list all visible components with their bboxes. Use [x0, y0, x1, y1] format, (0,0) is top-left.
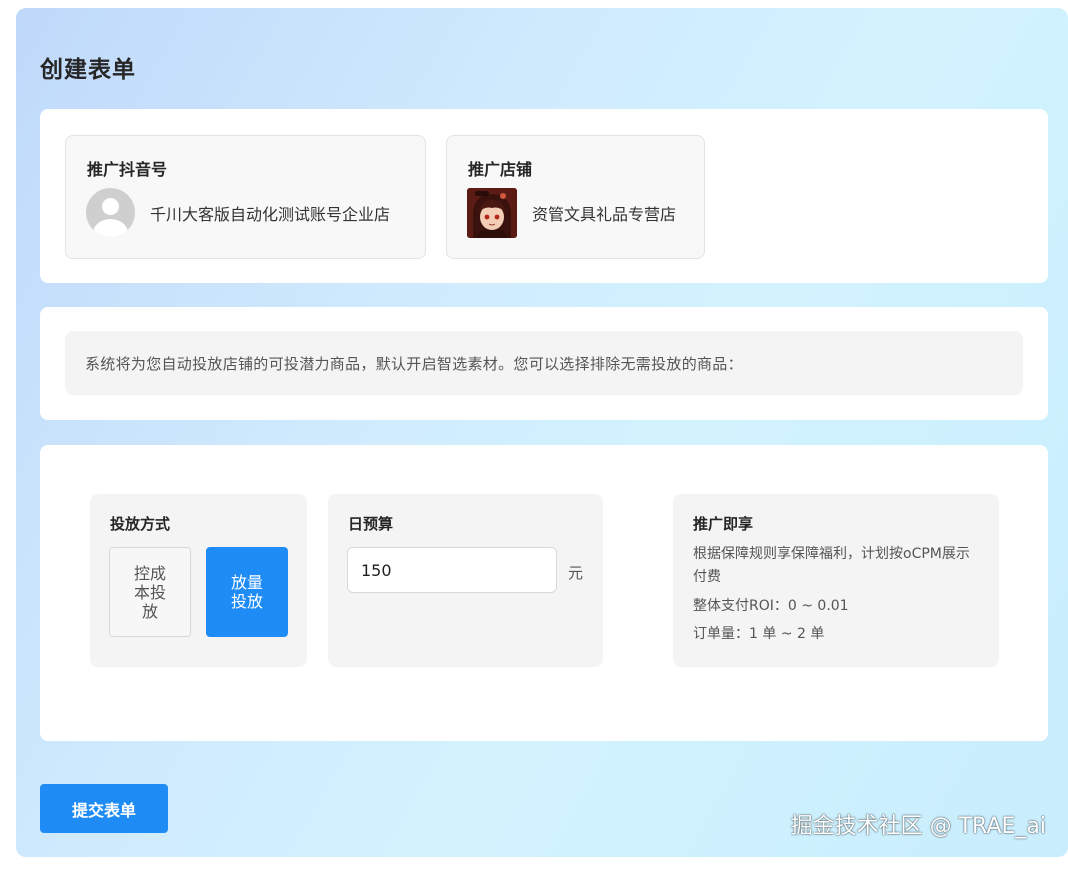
page-title: 创建表单 — [40, 57, 136, 83]
perks-order-volume: 订单量：1 单 ~ 2 单 — [693, 626, 825, 642]
budget-unit-label: 元 — [568, 564, 584, 582]
anime-character-avatar-icon — [467, 188, 517, 238]
notice-card: 系统将为您自动投放店铺的可投潜力商品，默认开启智选素材。您可以选择排除无需投放的… — [40, 307, 1048, 420]
daily-budget-input[interactable] — [347, 547, 557, 593]
daily-budget-panel: 日预算 元 — [328, 494, 603, 667]
douyin-account-card[interactable]: 推广抖音号 千川大客版自动化测试账号企业店 — [65, 135, 426, 259]
notice-text: 系统将为您自动投放店铺的可投潜力商品，默认开启智选素材。您可以选择排除无需投放的… — [65, 331, 1023, 395]
douyin-account-row: 千川大客版自动化测试账号企业店 — [86, 188, 390, 237]
page-frame: 创建表单 推广抖音号 千川大客版自动化测试账号企业店 推广店铺 资管文具礼品专营… — [16, 8, 1068, 857]
mode-option-volume[interactable]: 放量投放 — [206, 547, 288, 637]
perks-roi: 整体支付ROI：0 ~ 0.01 — [693, 598, 849, 614]
settings-card: 投放方式 控成本投放 放量投放 日预算 元 推广即享 根据保障规则享保障福利，计… — [40, 445, 1048, 741]
accounts-card: 推广抖音号 千川大客版自动化测试账号企业店 推广店铺 资管文具礼品专营店 — [40, 109, 1048, 283]
watermark-text: 掘金技术社区 @ TRAE_ai — [790, 814, 1046, 839]
douyin-account-title: 推广抖音号 — [87, 160, 168, 179]
delivery-mode-panel: 投放方式 控成本投放 放量投放 — [90, 494, 307, 667]
shop-account-card[interactable]: 推广店铺 资管文具礼品专营店 — [446, 135, 705, 259]
shop-account-name: 资管文具礼品专营店 — [532, 205, 677, 224]
shop-avatar-icon — [467, 188, 517, 238]
mode-option-cost-control[interactable]: 控成本投放 — [109, 547, 191, 637]
shop-account-title: 推广店铺 — [468, 160, 533, 179]
submit-form-button[interactable]: 提交表单 — [40, 784, 168, 833]
daily-budget-title: 日预算 — [348, 515, 394, 533]
perks-title: 推广即享 — [693, 515, 754, 533]
shop-account-row: 资管文具礼品专营店 — [467, 188, 676, 238]
perks-panel: 推广即享 根据保障规则享保障福利，计划按oCPM展示付费 整体支付ROI：0 ~… — [673, 494, 999, 667]
default-user-avatar-icon — [86, 188, 135, 237]
douyin-account-name: 千川大客版自动化测试账号企业店 — [150, 204, 391, 224]
perks-description: 根据保障规则享保障福利，计划按oCPM展示付费 — [693, 546, 970, 585]
delivery-mode-title: 投放方式 — [110, 515, 171, 533]
